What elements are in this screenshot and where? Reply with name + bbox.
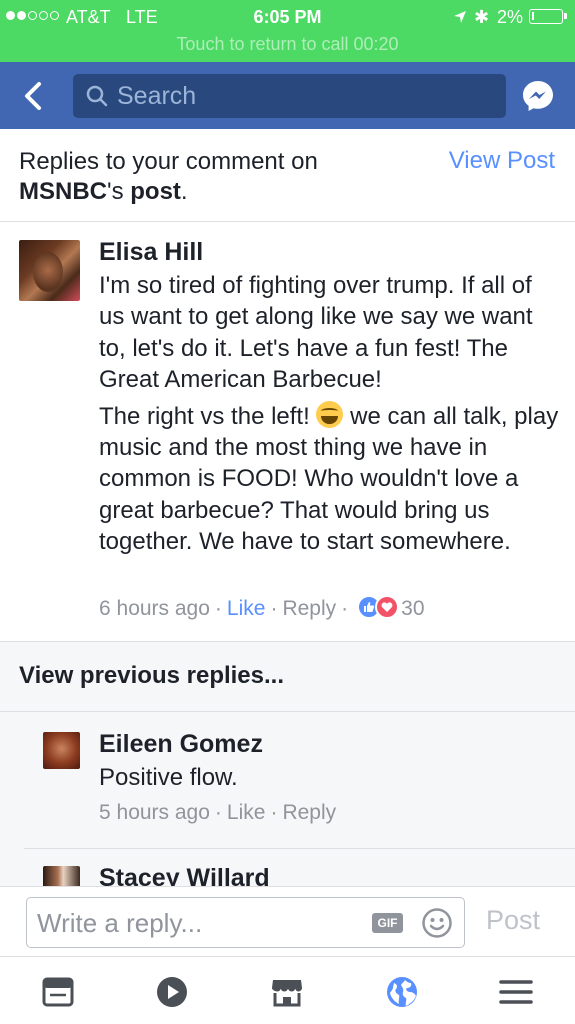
location-arrow-icon <box>454 11 466 23</box>
header-possessive: 's <box>107 178 131 205</box>
menu-icon[interactable] <box>499 975 533 1009</box>
meta-separator: · <box>214 597 222 620</box>
avatar[interactable] <box>43 732 80 769</box>
comment-text-part2a: The right vs the left! <box>99 402 310 430</box>
messenger-icon[interactable] <box>521 79 555 113</box>
post-button[interactable]: Post <box>486 905 540 936</box>
marketplace-icon[interactable] <box>270 975 304 1009</box>
return-to-call-banner[interactable]: Touch to return to call 00:20 <box>0 34 575 55</box>
news-feed-icon[interactable] <box>41 975 75 1009</box>
notifications-globe-icon[interactable] <box>385 975 419 1009</box>
reply-button[interactable]: Reply <box>282 597 336 620</box>
search-icon <box>86 85 108 107</box>
like-button[interactable]: Like <box>227 597 266 620</box>
meta-separator: · <box>214 801 222 824</box>
bluetooth-icon: ✱ <box>474 7 490 27</box>
comment-text-part1: I'm so tired of fighting over trump. If … <box>99 272 533 394</box>
reply-input-box[interactable]: GIF <box>26 897 465 948</box>
page-name-link[interactable]: MSNBC <box>19 178 107 205</box>
view-post-link[interactable]: View Post <box>449 147 555 175</box>
status-bar: AT&T LTE 6:05 PM ✱ 2% Touch to return to… <box>0 0 575 62</box>
comment-author[interactable]: Elisa Hill <box>99 238 203 267</box>
meta-separator: · <box>270 597 278 620</box>
view-previous-replies-label: View previous replies... <box>19 662 285 689</box>
replies-header-text: Replies to your comment on MSNBC's post. <box>19 147 318 207</box>
battery-icon <box>529 9 567 24</box>
meta-separator: · <box>270 801 278 824</box>
nav-bar <box>0 62 575 129</box>
reactions-icon[interactable] <box>357 595 401 619</box>
reply-meta: 5 hours ago · Like · Reply <box>99 801 336 825</box>
reply-timestamp: 5 hours ago <box>99 801 210 824</box>
reply-button[interactable]: Reply <box>282 801 336 824</box>
reply-input[interactable] <box>37 906 357 940</box>
replies-header: Replies to your comment on MSNBC's post.… <box>0 129 575 222</box>
post-link[interactable]: post <box>130 178 181 205</box>
back-chevron-icon[interactable] <box>20 80 48 112</box>
tab-bar <box>0 956 575 1024</box>
main-comment: Elisa Hill I'm so tired of fighting over… <box>0 222 575 642</box>
comment-meta: 6 hours ago · Like · Reply · 30 <box>99 595 425 621</box>
reply-composer: GIF Post <box>0 886 575 956</box>
reply-text: Positive flow. <box>99 764 238 791</box>
laughing-tears-emoji-icon <box>316 400 344 428</box>
sticker-smiley-icon[interactable] <box>421 907 453 939</box>
reply-author[interactable]: Stacey Willard <box>99 864 270 886</box>
search-bar[interactable] <box>73 74 506 118</box>
comment-timestamp: 6 hours ago <box>99 597 210 620</box>
reply-author[interactable]: Eileen Gomez <box>99 730 263 759</box>
avatar[interactable] <box>43 866 80 886</box>
video-icon[interactable] <box>155 975 189 1009</box>
meta-separator: · <box>341 597 349 620</box>
avatar[interactable] <box>19 240 80 301</box>
gif-button[interactable]: GIF <box>372 913 403 933</box>
comment-text: I'm so tired of fighting over trump. If … <box>99 270 559 558</box>
header-prefix: Replies to your comment on <box>19 148 318 175</box>
like-button[interactable]: Like <box>227 801 266 824</box>
header-period: . <box>180 178 188 205</box>
view-previous-replies-button[interactable]: View previous replies... <box>0 642 575 712</box>
replies-list: Eileen Gomez Positive flow. 5 hours ago ·… <box>0 712 575 886</box>
search-input[interactable] <box>117 80 497 112</box>
battery-percent: 2% <box>497 7 524 27</box>
divider <box>24 848 575 849</box>
reaction-count[interactable]: 30 <box>401 597 424 620</box>
